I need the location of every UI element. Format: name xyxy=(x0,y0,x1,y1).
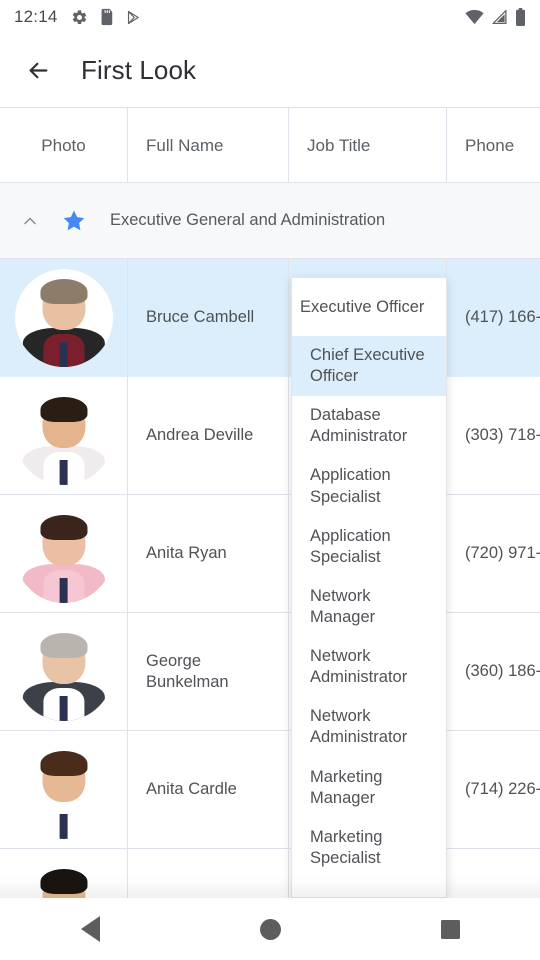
table-row[interactable]: George Bunkelman (360) 186-4 xyxy=(0,613,540,731)
cell-photo[interactable] xyxy=(0,495,128,613)
group-favorite-star[interactable] xyxy=(54,201,94,241)
dropdown-option[interactable]: Application Specialist xyxy=(292,456,446,516)
status-bar: 12:14 xyxy=(0,0,540,34)
play-store-icon xyxy=(125,9,142,26)
table-row[interactable]: Anita Ryan (720) 971-3 xyxy=(0,495,540,613)
dropdown-option[interactable]: Network Administrator xyxy=(292,637,446,697)
table-row[interactable]: Andrea Deville (303) 718-1 xyxy=(0,377,540,495)
cell-phone[interactable] xyxy=(447,849,540,898)
cellular-signal-icon xyxy=(491,9,508,25)
avatar xyxy=(15,859,113,898)
group-header-label: Executive General and Administration xyxy=(110,211,385,230)
nav-home-button[interactable] xyxy=(225,898,315,960)
cell-photo[interactable] xyxy=(0,377,128,495)
group-collapse-toggle[interactable] xyxy=(8,199,52,243)
column-header-full-name[interactable]: Full Name xyxy=(128,107,289,183)
group-header-row[interactable]: Executive General and Administration xyxy=(0,183,540,259)
gear-icon xyxy=(71,9,88,26)
nav-recents-button[interactable] xyxy=(405,898,495,960)
cell-photo[interactable] xyxy=(0,731,128,849)
dropdown-option[interactable]: Database Administrator xyxy=(292,396,446,456)
cell-phone[interactable]: (360) 186-4 xyxy=(447,613,540,731)
status-bar-notification-icons xyxy=(71,8,142,26)
page-title: First Look xyxy=(81,55,196,86)
nav-recents-square-icon xyxy=(441,920,460,939)
cell-photo[interactable] xyxy=(0,613,128,731)
cell-phone[interactable]: (720) 971-3 xyxy=(447,495,540,613)
table-row[interactable] xyxy=(0,849,540,898)
job-title-dropdown-anchor[interactable]: Executive Officer xyxy=(292,278,446,336)
job-title-dropdown[interactable]: Executive Officer Chief Executive Office… xyxy=(291,277,447,898)
status-bar-clock: 12:14 xyxy=(14,7,58,27)
back-button[interactable] xyxy=(10,43,66,99)
cell-full-name[interactable]: Anita Ryan xyxy=(128,495,289,613)
column-header-job-title[interactable]: Job Title xyxy=(289,107,447,183)
app-root: 12:14 xyxy=(0,0,540,960)
job-title-dropdown-value: Executive Officer xyxy=(300,298,424,317)
sd-card-icon xyxy=(99,8,114,26)
cell-phone[interactable]: (714) 226-8 xyxy=(447,731,540,849)
status-bar-system-icons xyxy=(465,8,526,26)
cell-full-name[interactable] xyxy=(128,849,289,898)
cell-photo[interactable] xyxy=(0,259,128,377)
job-title-dropdown-list[interactable]: Chief Executive OfficerDatabase Administ… xyxy=(292,336,446,878)
nav-back-button[interactable] xyxy=(45,898,135,960)
dropdown-option[interactable]: Chief Executive Officer xyxy=(292,336,446,396)
dropdown-option[interactable]: Application Specialist xyxy=(292,517,446,577)
cell-full-name[interactable]: Andrea Deville xyxy=(128,377,289,495)
avatar xyxy=(15,269,113,367)
dropdown-option[interactable]: Marketing Specialist xyxy=(292,818,446,878)
avatar xyxy=(15,741,113,839)
battery-icon xyxy=(515,8,526,26)
data-grid[interactable]: Photo Full Name Job Title Phone Executiv… xyxy=(0,107,540,898)
table-row[interactable]: Anita Cardle (714) 226-8 xyxy=(0,731,540,849)
cell-full-name[interactable]: Anita Cardle xyxy=(128,731,289,849)
dropdown-option[interactable]: Network Manager xyxy=(292,577,446,637)
avatar xyxy=(15,623,113,721)
back-arrow-icon xyxy=(25,57,52,84)
wifi-icon xyxy=(465,9,484,25)
cell-photo[interactable] xyxy=(0,849,128,898)
avatar xyxy=(15,387,113,485)
nav-back-triangle-icon xyxy=(81,916,100,942)
chevron-up-icon xyxy=(20,211,40,231)
cell-full-name[interactable]: Bruce Cambell xyxy=(128,259,289,377)
dropdown-option[interactable]: Network Administrator xyxy=(292,697,446,757)
grid-body: Bruce Cambell (417) 166-3 Andrea Deville (3… xyxy=(0,259,540,898)
cell-phone[interactable]: (417) 166-3 xyxy=(447,259,540,377)
nav-home-circle-icon xyxy=(260,919,281,940)
grid-header-row: Photo Full Name Job Title Phone xyxy=(0,107,540,183)
star-icon xyxy=(61,208,87,234)
avatar xyxy=(15,505,113,603)
cell-full-name[interactable]: George Bunkelman xyxy=(128,613,289,731)
column-header-photo[interactable]: Photo xyxy=(0,107,128,183)
app-bar: First Look xyxy=(0,34,540,107)
system-navigation-bar xyxy=(0,898,540,960)
dropdown-option[interactable]: Marketing Manager xyxy=(292,758,446,818)
column-header-phone[interactable]: Phone xyxy=(447,107,540,183)
table-row[interactable]: Bruce Cambell (417) 166-3 xyxy=(0,259,540,377)
cell-phone[interactable]: (303) 718-1 xyxy=(447,377,540,495)
